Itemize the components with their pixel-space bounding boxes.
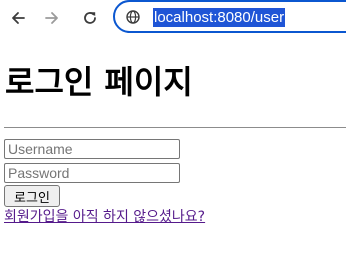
url-text[interactable]: localhost:8080/user [153,8,286,27]
arrow-right-icon [45,12,58,24]
reload-button[interactable] [78,6,102,30]
address-bar[interactable]: localhost:8080/user [113,0,346,33]
arrow-left-icon [12,12,25,24]
signup-link[interactable]: 회원가입을 아직 하지 않으셨나요? [4,208,205,226]
page-title: 로그인 페이지 [5,63,193,101]
login-button[interactable]: 로그인 [4,185,60,207]
forward-button[interactable] [40,6,64,30]
page-content: 로그인 페이지 로그인 회원가입을 아직 하지 않으셨나요? [0,38,346,255]
globe-icon [126,10,140,24]
password-input[interactable] [4,163,180,183]
back-button[interactable] [6,6,30,30]
reload-icon [84,12,96,24]
browser-toolbar: localhost:8080/user [0,0,346,38]
username-input[interactable] [4,139,180,159]
horizontal-rule [4,127,346,128]
